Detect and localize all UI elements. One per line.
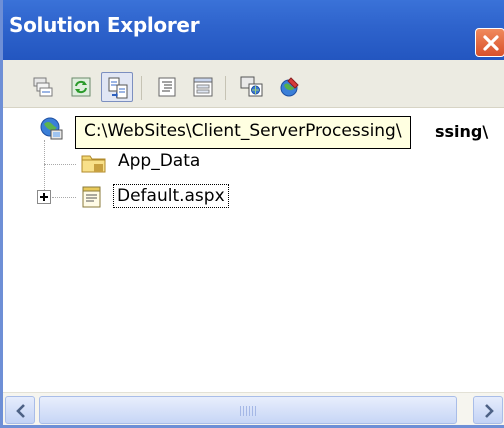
window-title: Solution Explorer	[9, 13, 200, 37]
folder-icon	[81, 155, 106, 173]
tree-item-default-aspx[interactable]: Default.aspx	[113, 184, 229, 208]
scroll-right-button[interactable]	[473, 396, 503, 424]
refresh-icon	[71, 77, 91, 97]
nest-related-files-button[interactable]	[101, 72, 133, 102]
view-designer-button[interactable]	[187, 72, 219, 102]
website-globe-icon[interactable]	[38, 115, 64, 141]
horizontal-scrollbar[interactable]	[3, 392, 504, 425]
properties-button[interactable]	[27, 72, 59, 102]
path-tooltip: C:\WebSites\Client_ServerProcessing\	[75, 116, 411, 149]
properties-icon	[33, 77, 53, 97]
scroll-left-button[interactable]	[5, 396, 35, 424]
arrow-left-icon	[16, 404, 25, 418]
solution-tree[interactable]: ssing\ C:\WebSites\Client_ServerProcessi…	[3, 108, 504, 392]
tree-connector-line	[52, 197, 76, 198]
toolbar-separator	[141, 76, 142, 100]
aspx-file-icon	[82, 186, 101, 208]
expand-toggle[interactable]	[37, 190, 51, 204]
asp-net-config-icon	[280, 77, 299, 97]
refresh-button[interactable]	[65, 72, 97, 102]
toolbar	[3, 60, 504, 108]
arrow-right-icon	[485, 404, 494, 418]
scroll-grip	[240, 406, 258, 416]
view-designer-icon	[193, 77, 213, 97]
tree-item-app-data[interactable]: App_Data	[115, 150, 203, 172]
close-icon	[483, 35, 499, 51]
close-button[interactable]	[475, 28, 504, 57]
nest-files-icon	[108, 77, 128, 99]
root-node-label[interactable]: ssing\	[435, 122, 488, 141]
title-bar: Solution Explorer	[3, 0, 504, 60]
solution-explorer-window: Solution Explorer ssing\ C:\WebSites\Cli…	[0, 0, 504, 428]
view-code-button[interactable]	[151, 72, 183, 102]
view-code-icon	[158, 77, 176, 97]
tree-connector-line	[44, 164, 76, 165]
toolbar-separator	[225, 76, 226, 100]
scroll-thumb[interactable]	[39, 396, 457, 424]
copy-website-icon	[240, 76, 263, 97]
copy-website-button[interactable]	[235, 72, 267, 102]
asp-net-configuration-button[interactable]	[273, 72, 305, 102]
